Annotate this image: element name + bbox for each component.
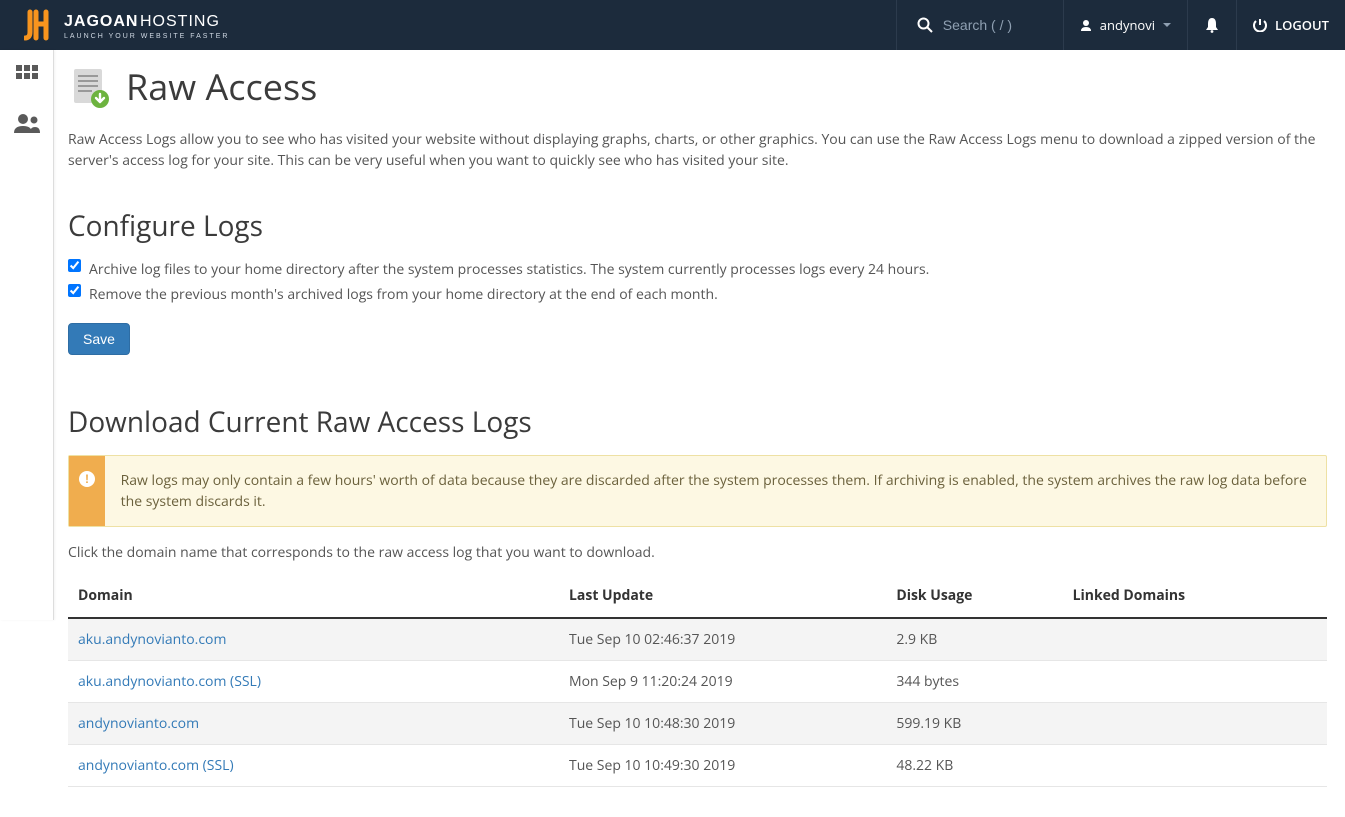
cell-linked: [1063, 703, 1327, 745]
col-linked: Linked Domains: [1063, 574, 1327, 618]
search-icon: [917, 17, 933, 33]
col-last-update: Last Update: [559, 574, 886, 618]
cell-linked: [1063, 618, 1327, 661]
svg-text:HOSTING: HOSTING: [140, 13, 220, 30]
left-rail: [0, 50, 54, 620]
brand-logo[interactable]: JAGOAN HOSTING LAUNCH YOUR WEBSITE FASTE…: [0, 0, 278, 50]
archive-label: Archive log files to your home directory…: [89, 259, 929, 280]
page-intro: Raw Access Logs allow you to see who has…: [68, 129, 1327, 171]
remove-checkbox[interactable]: [68, 284, 81, 297]
users-icon[interactable]: [13, 113, 41, 138]
cell-disk-usage: 48.22 KB: [886, 745, 1062, 787]
logout-button[interactable]: LOGOUT: [1236, 0, 1345, 50]
col-domain: Domain: [68, 574, 559, 618]
cell-linked: [1063, 661, 1327, 703]
raw-access-icon: [68, 65, 112, 109]
user-menu[interactable]: andynovi: [1063, 0, 1187, 50]
save-button[interactable]: Save: [68, 323, 130, 355]
domain-link[interactable]: aku.andynovianto.com (SSL): [78, 672, 261, 691]
chevron-down-icon: [1163, 23, 1171, 27]
alert-box: ! Raw logs may only contain a few hours'…: [68, 455, 1327, 527]
cell-last-update: Tue Sep 10 10:49:30 2019: [559, 745, 886, 787]
cell-disk-usage: 2.9 KB: [886, 618, 1062, 661]
configure-heading: Configure Logs: [68, 207, 1327, 245]
alert-text: Raw logs may only contain a few hours' w…: [105, 456, 1326, 526]
table-row: andynovianto.com Tue Sep 10 10:48:30 2019…: [68, 703, 1327, 745]
domain-link[interactable]: andynovianto.com (SSL): [78, 756, 234, 775]
alert-icon: !: [69, 456, 105, 526]
download-heading: Download Current Raw Access Logs: [68, 403, 1327, 441]
apps-grid-icon[interactable]: [15, 64, 39, 93]
cell-last-update: Tue Sep 10 10:48:30 2019: [559, 703, 886, 745]
cell-last-update: Tue Sep 10 02:46:37 2019: [559, 618, 886, 661]
search-input[interactable]: [943, 17, 1043, 33]
cell-disk-usage: 344 bytes: [886, 661, 1062, 703]
domain-link[interactable]: aku.andynovianto.com: [78, 630, 226, 649]
topbar: JAGOAN HOSTING LAUNCH YOUR WEBSITE FASTE…: [0, 0, 1345, 50]
user-icon: [1080, 19, 1092, 31]
cell-linked: [1063, 745, 1327, 787]
download-hint: Click the domain name that corresponds t…: [68, 543, 1327, 562]
search-box[interactable]: [896, 0, 1063, 50]
bell-icon: [1204, 17, 1220, 33]
logs-table: Domain Last Update Disk Usage Linked Dom…: [68, 574, 1327, 787]
username-label: andynovi: [1100, 16, 1155, 34]
table-row: andynovianto.com (SSL) Tue Sep 10 10:49:3…: [68, 745, 1327, 787]
archive-checkbox[interactable]: [68, 259, 81, 272]
svg-text:!: !: [85, 472, 89, 486]
domain-link[interactable]: andynovianto.com: [78, 714, 199, 733]
col-disk-usage: Disk Usage: [886, 574, 1062, 618]
notifications-button[interactable]: [1187, 0, 1236, 50]
cell-disk-usage: 599.19 KB: [886, 703, 1062, 745]
table-row: aku.andynovianto.com Tue Sep 10 02:46:37 …: [68, 618, 1327, 661]
svg-text:LAUNCH YOUR WEBSITE FASTER: LAUNCH YOUR WEBSITE FASTER: [64, 33, 229, 40]
table-row: aku.andynovianto.com (SSL) Mon Sep 9 11:2…: [68, 661, 1327, 703]
cell-last-update: Mon Sep 9 11:20:24 2019: [559, 661, 886, 703]
logout-icon: [1253, 18, 1267, 32]
svg-text:JAGOAN: JAGOAN: [64, 13, 138, 30]
page-title: Raw Access: [126, 62, 317, 111]
remove-label: Remove the previous month's archived log…: [89, 284, 718, 305]
logout-label: LOGOUT: [1275, 16, 1329, 34]
main-content: Raw Access Raw Access Logs allow you to …: [54, 50, 1345, 817]
